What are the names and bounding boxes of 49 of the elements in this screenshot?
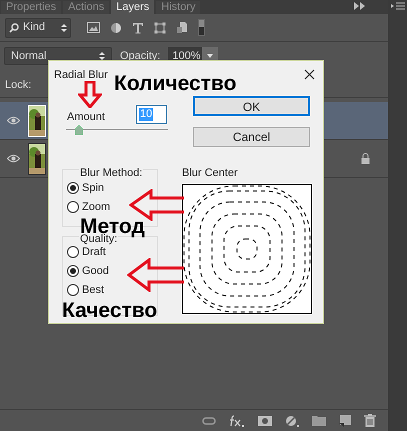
radio-button[interactable] xyxy=(67,201,79,213)
panel-tab[interactable]: Layers xyxy=(111,0,154,14)
radio-button[interactable] xyxy=(67,182,79,194)
radio-label: Draft xyxy=(82,244,106,260)
adjustment-icon[interactable] xyxy=(285,414,299,426)
radio-button[interactable] xyxy=(67,284,79,296)
image-icon[interactable] xyxy=(87,22,100,33)
type-icon[interactable] xyxy=(132,22,144,34)
blur-center-label: Blur Center xyxy=(182,166,238,181)
lock-label: Lock: xyxy=(5,78,32,94)
annotation-text: Качество xyxy=(62,300,158,321)
stepper-icon xyxy=(61,22,67,32)
search-icon xyxy=(9,22,19,32)
filter-value: Kind xyxy=(23,20,46,36)
eye-icon[interactable] xyxy=(7,154,20,163)
opacity-label: Opacity: xyxy=(120,48,160,64)
radio-label: Zoom xyxy=(82,200,110,215)
panel-menu-icon[interactable] xyxy=(390,2,404,12)
down-arrow-drawing xyxy=(78,81,102,108)
new-layer-icon[interactable] xyxy=(339,414,351,426)
radio-button[interactable] xyxy=(67,246,79,258)
cancel-button[interactable]: Cancel xyxy=(193,127,310,147)
link-icon[interactable] xyxy=(202,416,216,424)
dialog-title: Radial Blur xyxy=(54,68,108,83)
expand-icon[interactable] xyxy=(354,1,366,11)
caret-icon xyxy=(207,54,214,58)
effects-icon[interactable] xyxy=(229,414,245,426)
amount-slider[interactable] xyxy=(66,125,168,135)
trash-icon[interactable] xyxy=(364,414,376,427)
ok-button[interactable]: OK xyxy=(193,96,310,116)
filter-dropdown[interactable]: Kind xyxy=(5,18,71,38)
folder-icon[interactable] xyxy=(312,415,326,426)
radio-label: Best xyxy=(82,282,104,298)
shape-icon[interactable] xyxy=(154,22,166,34)
blur-center-drawing[interactable] xyxy=(182,184,312,314)
radio-label: Spin xyxy=(82,180,104,196)
radio-button[interactable] xyxy=(67,265,79,277)
close-icon[interactable] xyxy=(304,69,315,80)
mask-icon[interactable] xyxy=(258,416,272,426)
filter-toggle[interactable] xyxy=(198,19,205,36)
stepper-icon xyxy=(99,51,105,61)
smart-object-icon[interactable] xyxy=(176,21,188,34)
circle-icon[interactable] xyxy=(110,22,122,34)
eye-icon[interactable] xyxy=(7,116,20,125)
amount-label: Amount xyxy=(67,110,105,125)
blend-mode-value: Normal xyxy=(11,48,48,64)
radio-label: Good xyxy=(82,264,109,279)
annotation-text: Количество xyxy=(114,73,236,94)
slider-thumb[interactable] xyxy=(75,125,84,135)
